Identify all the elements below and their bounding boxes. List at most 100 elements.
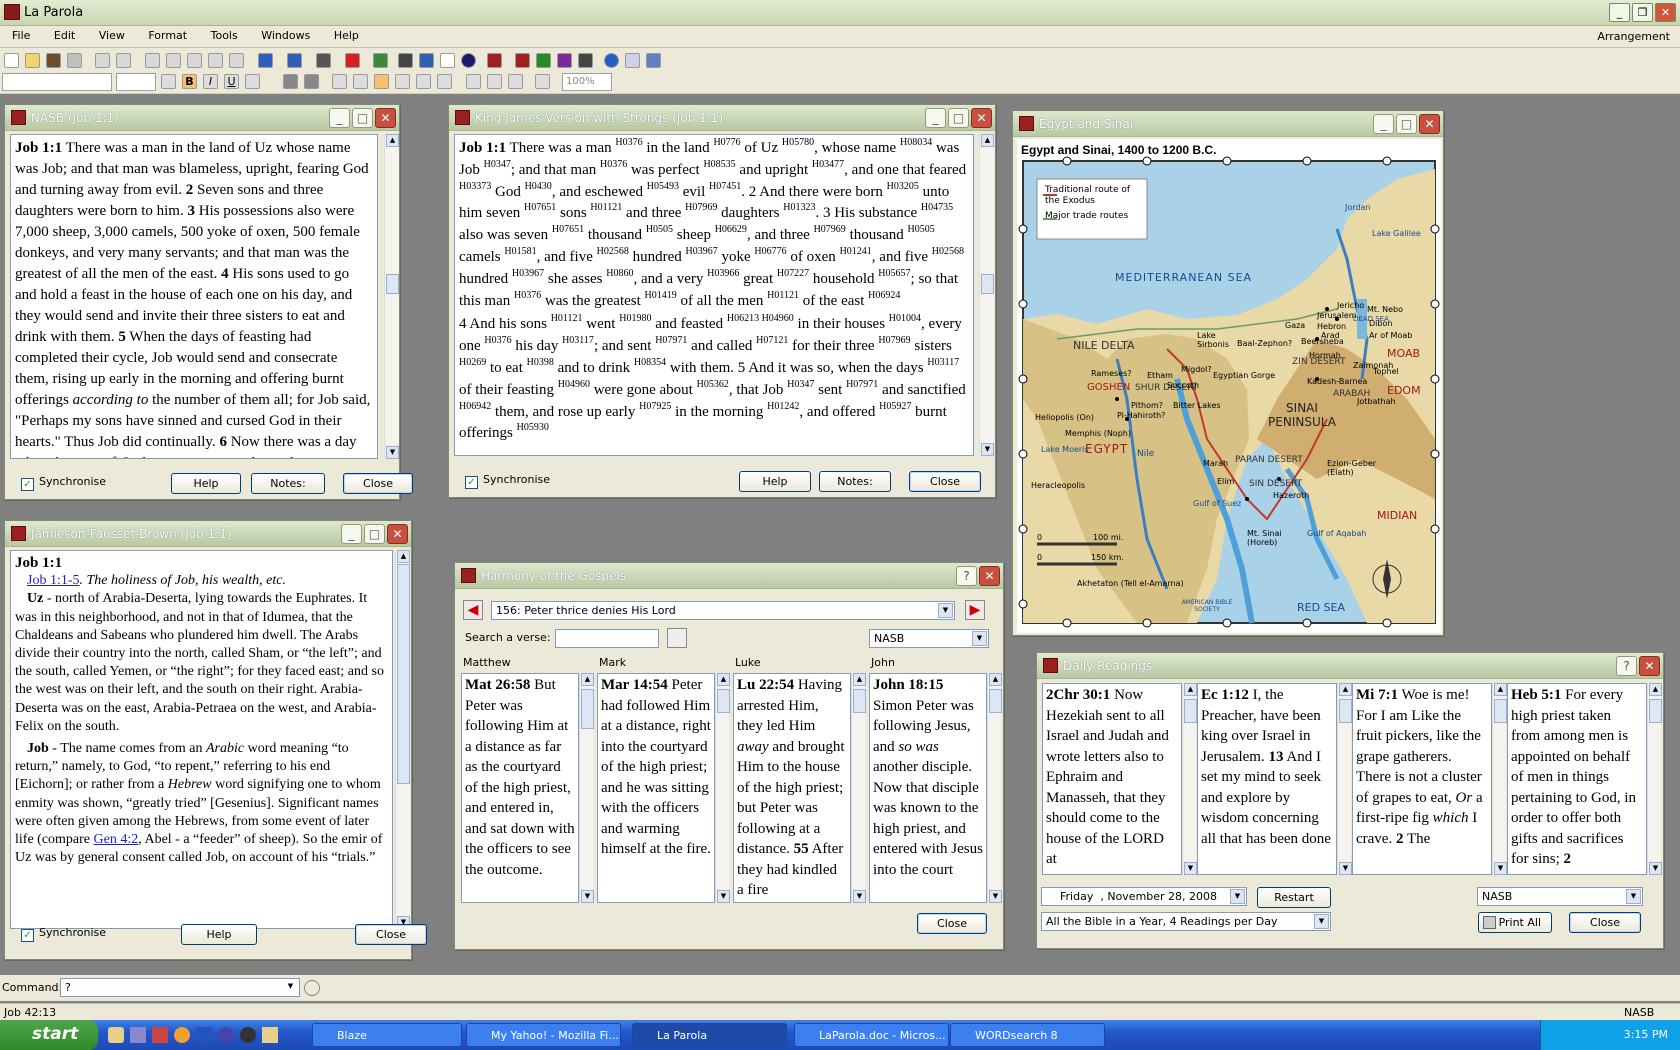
italic-icon[interactable]: I (203, 74, 218, 89)
column-scrollbar[interactable]: ▲ ▼ (1492, 683, 1507, 875)
menu-windows[interactable]: Windows (249, 26, 318, 42)
strongs-number[interactable]: H05927 (879, 401, 911, 412)
strongs-number[interactable]: H07651 (552, 224, 584, 235)
parallel-icon[interactable] (419, 53, 434, 68)
strongs-number[interactable]: H07121 (756, 335, 788, 346)
open-icon[interactable] (25, 53, 40, 68)
command-input[interactable]: ? ▼ (60, 978, 300, 997)
cross-ref-link[interactable]: Gen 4:2 (94, 832, 139, 847)
bullets-icon[interactable] (466, 74, 481, 89)
menu-edit[interactable]: Edit (42, 26, 83, 42)
info-icon[interactable] (461, 53, 476, 68)
next-section-button[interactable]: ▶ (965, 600, 985, 620)
scroll-thumb[interactable] (989, 689, 1002, 713)
strongs-number[interactable]: H05657 (878, 268, 910, 279)
scroll-thumb[interactable] (717, 689, 730, 713)
bookmark-icon[interactable] (345, 53, 360, 68)
scroll-thumb[interactable] (397, 564, 410, 784)
word-icon[interactable] (196, 1027, 212, 1043)
search-icon[interactable] (398, 53, 413, 68)
column-scrollbar[interactable]: ▲ ▼ (1337, 683, 1352, 875)
dictionary-icon[interactable] (440, 53, 455, 68)
minimize-button[interactable]: _ (341, 524, 362, 544)
link-icon[interactable] (535, 74, 550, 89)
font-select[interactable] (2, 73, 112, 91)
cut-icon[interactable] (187, 53, 202, 68)
close-button[interactable]: Close (917, 913, 987, 934)
close-icon[interactable]: ✕ (387, 524, 408, 544)
globe-icon[interactable] (646, 53, 661, 68)
menu-file[interactable]: File (0, 26, 38, 42)
scroll-down-icon[interactable]: ▼ (981, 443, 994, 456)
scroll-up-icon[interactable]: ▲ (1494, 683, 1507, 696)
strongs-number[interactable]: H0505 (646, 224, 673, 235)
justify-icon[interactable] (437, 74, 452, 89)
section-select[interactable]: 156: Peter thrice denies His Lord ▼ (491, 601, 955, 620)
scroll-thumb[interactable] (1339, 699, 1352, 723)
underline-icon[interactable]: U (224, 74, 239, 89)
task-wordsearch[interactable]: WORDsearch 8 (950, 1023, 1105, 1047)
scroll-down-icon[interactable]: ▼ (1339, 862, 1352, 875)
scroll-down-icon[interactable]: ▼ (386, 446, 399, 459)
scroll-up-icon[interactable]: ▲ (989, 673, 1002, 686)
folder-icon[interactable] (262, 1027, 278, 1043)
outdent-icon[interactable] (487, 74, 502, 89)
nasb-text[interactable]: Job 1:1 There was a man in the land of U… (10, 134, 378, 459)
strongs-number[interactable]: H07969 (878, 335, 910, 346)
indent-icon[interactable] (508, 74, 523, 89)
reading-plan-select[interactable]: All the Bible in a Year, 4 Readings per … (1041, 912, 1331, 931)
bible-icon[interactable] (258, 53, 273, 68)
verse-search-input[interactable] (555, 629, 659, 648)
restore-button[interactable]: ❐ (1632, 3, 1653, 22)
close-icon[interactable]: ✕ (971, 108, 992, 128)
scroll-thumb[interactable] (1494, 699, 1507, 723)
arrangement-menu[interactable]: Arrangement (1597, 30, 1670, 43)
maximize-button[interactable]: □ (948, 108, 969, 128)
strongs-number[interactable]: H03205 (887, 181, 919, 192)
reading-column-4[interactable]: Heb 5:1 For every high priest taken from… (1507, 683, 1647, 875)
strongs-number[interactable]: H02568 (932, 246, 964, 257)
strongs-number[interactable]: H01980 (619, 313, 651, 324)
strongs-number[interactable]: H02568 (597, 246, 629, 257)
gospel-column-john[interactable]: John 18:15 Simon Peter was following Jes… (869, 673, 987, 903)
save-icon[interactable] (67, 53, 82, 68)
column-scrollbar[interactable]: ▲ ▼ (1182, 683, 1197, 875)
quicklaunch-icon[interactable] (152, 1027, 168, 1043)
strongs-number[interactable]: H0376 (600, 159, 627, 170)
close-icon[interactable]: ✕ (979, 566, 1000, 586)
strongs-number[interactable]: H07971 (655, 335, 687, 346)
help-button[interactable]: Help (181, 924, 257, 945)
commentary-icon[interactable] (287, 53, 302, 68)
reading-column-1[interactable]: 2Chr 30:1 Now Hezekiah sent to all Israe… (1042, 683, 1182, 875)
map-icon[interactable] (373, 53, 388, 68)
strongs-number[interactable]: H0376 (615, 137, 642, 148)
close-button[interactable]: Close (1569, 912, 1641, 933)
minimize-button[interactable]: _ (925, 108, 946, 128)
strongs-number[interactable]: H06213 H04960 (727, 313, 794, 324)
strongs-number[interactable]: H0347 (484, 159, 511, 170)
money-icon[interactable] (536, 53, 551, 68)
go-icon[interactable] (304, 980, 320, 996)
paste-icon[interactable] (229, 53, 244, 68)
strongs-number[interactable]: H0347 (787, 379, 814, 390)
menu-tools[interactable]: Tools (199, 26, 246, 42)
task-mozilla[interactable]: My Yahoo! - Mozilla Fi... (466, 1023, 621, 1047)
strongs-number[interactable]: H07925 (639, 401, 671, 412)
nasb-scrollbar[interactable]: ▲ ▼ (384, 134, 399, 459)
scroll-up-icon[interactable]: ▲ (1184, 683, 1197, 696)
scroll-thumb[interactable] (981, 274, 994, 294)
help-button[interactable]: Help (171, 473, 241, 494)
help-icon[interactable]: ? (956, 566, 977, 586)
chevron-down-icon[interactable]: ▼ (972, 631, 987, 646)
menu-view[interactable]: View (87, 26, 133, 42)
column-scrollbar[interactable]: ▲ ▼ (851, 673, 866, 903)
ie-icon[interactable] (218, 1027, 234, 1043)
strongs-number[interactable]: H0269 (459, 357, 486, 368)
strongs-number[interactable]: H05493 (647, 181, 679, 192)
gems-icon[interactable] (557, 53, 572, 68)
column-scrollbar[interactable]: ▲ ▼ (987, 673, 1002, 903)
strongs-number[interactable]: H01242 (767, 401, 799, 412)
strongs-number[interactable]: H0505 (907, 224, 934, 235)
column-scrollbar[interactable]: ▲ ▼ (579, 673, 594, 903)
minimize-button[interactable]: _ (1373, 114, 1394, 134)
